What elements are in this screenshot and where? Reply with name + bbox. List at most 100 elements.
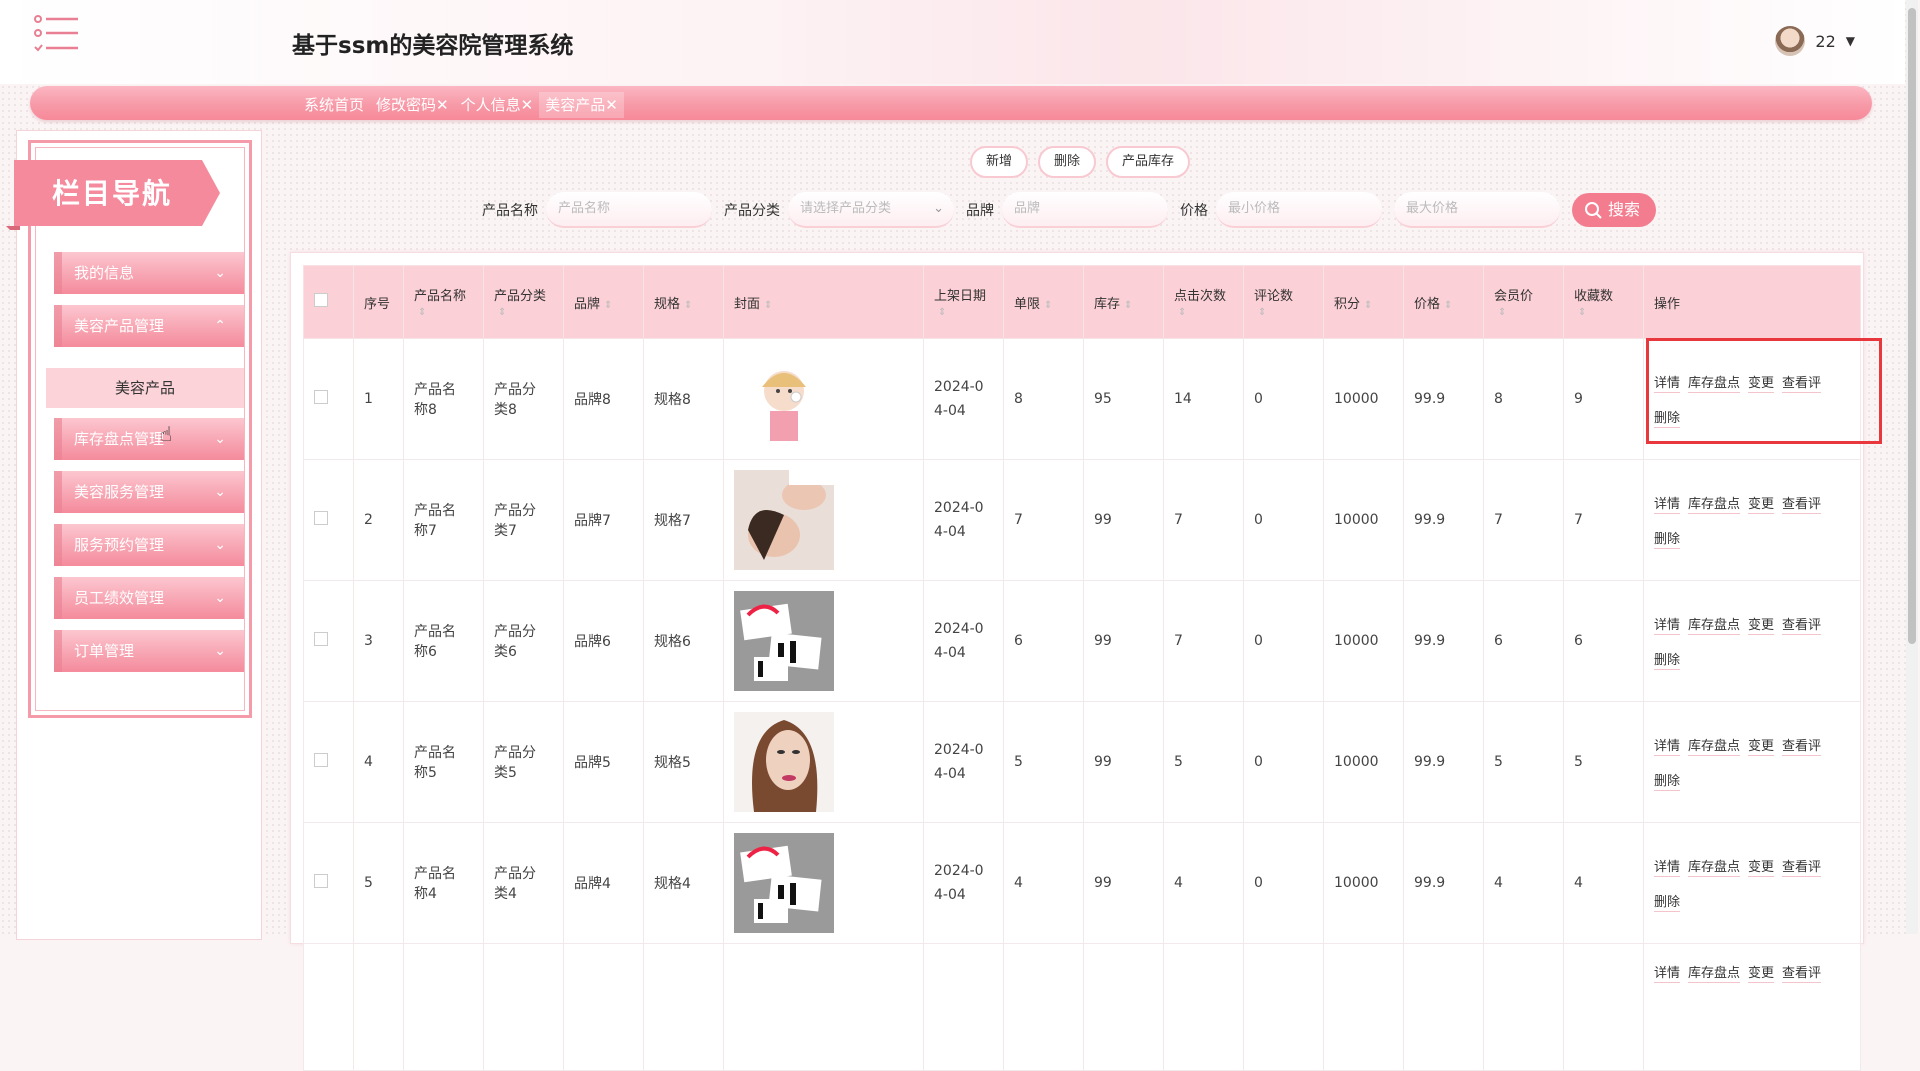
cover-image[interactable] xyxy=(734,833,922,933)
cell-points: 10000 xyxy=(1323,822,1404,944)
product-name-input[interactable]: 产品名称 xyxy=(546,192,712,228)
col-price[interactable]: 价格 ⇕ xyxy=(1403,265,1484,339)
scrollbar-thumb[interactable] xyxy=(1908,8,1916,644)
col-clicks[interactable]: 点击次数 ⇕ xyxy=(1163,265,1244,339)
detail-button[interactable]: 详情 xyxy=(1654,856,1681,877)
table-cell xyxy=(1243,943,1324,1071)
inventory-check-button[interactable]: 库存盘点 xyxy=(1688,493,1741,514)
row-checkbox[interactable] xyxy=(303,338,354,460)
row-checkbox[interactable] xyxy=(303,822,354,944)
view-comments-button[interactable]: 查看评 xyxy=(1782,735,1822,756)
detail-button[interactable]: 详情 xyxy=(1654,493,1681,514)
cell-cover[interactable] xyxy=(723,338,924,460)
row-action-button[interactable]: 详情 xyxy=(1654,962,1681,983)
sidebar-subitem-beauty-product[interactable]: 美容产品 xyxy=(46,368,244,408)
row-checkbox[interactable] xyxy=(303,459,354,581)
row-action-button[interactable]: 库存盘点 xyxy=(1688,962,1741,983)
search-button[interactable]: 搜索 xyxy=(1572,193,1657,227)
cover-image[interactable] xyxy=(734,349,922,449)
row-checkbox[interactable] xyxy=(303,580,354,702)
table-cell xyxy=(1163,943,1244,1071)
cover-image[interactable] xyxy=(734,712,922,812)
tab-beauty-products[interactable]: 美容产品✕ xyxy=(539,92,624,118)
select-all-checkbox[interactable] xyxy=(303,265,354,339)
inventory-check-button[interactable]: 库存盘点 xyxy=(1688,614,1741,635)
delete-row-button[interactable]: 删除 xyxy=(1654,891,1681,912)
brand-input[interactable]: 品牌 xyxy=(1002,192,1168,228)
min-price-input[interactable]: 最小价格 xyxy=(1216,192,1382,228)
col-favorites[interactable]: 收藏数 ⇕ xyxy=(1563,265,1644,339)
cell-cover[interactable] xyxy=(723,459,924,581)
tab-profile[interactable]: 个人信息✕ xyxy=(455,92,540,118)
cell-cover[interactable] xyxy=(723,701,924,823)
inventory-check-button[interactable]: 库存盘点 xyxy=(1688,856,1741,877)
row-action-button[interactable]: 变更 xyxy=(1748,962,1775,983)
cell-favorites: 6 xyxy=(1563,580,1644,702)
sidebar-item-orders[interactable]: 订单管理 ⌄ xyxy=(54,630,244,672)
table-row: 3 产品名称6 产品分类6 品牌6 规格6 2024-04-04 6 99 7 0 10000 99.… xyxy=(303,580,1861,702)
sort-icon: ⇕ xyxy=(1124,299,1133,311)
col-category[interactable]: 产品分类 ⇕ xyxy=(483,265,564,339)
col-comments[interactable]: 评论数 ⇕ xyxy=(1243,265,1324,339)
detail-button[interactable]: 详情 xyxy=(1654,614,1681,635)
inventory-check-button[interactable]: 库存盘点 xyxy=(1688,735,1741,756)
sort-icon: ⇕ xyxy=(1444,299,1453,311)
view-comments-button[interactable]: 查看评 xyxy=(1782,614,1822,635)
inventory-button[interactable]: 产品库存 xyxy=(1106,146,1191,178)
cell-price: 99.9 xyxy=(1403,459,1484,581)
sidebar-item-performance[interactable]: 员工绩效管理 ⌄ xyxy=(54,577,244,619)
cell-comments: 0 xyxy=(1243,580,1324,702)
delete-row-button[interactable]: 删除 xyxy=(1654,528,1681,549)
category-select[interactable]: 请选择产品分类 ⌄ xyxy=(788,192,954,228)
table-cell xyxy=(563,943,644,1071)
change-button[interactable]: 变更 xyxy=(1748,493,1775,514)
tab-change-password[interactable]: 修改密码✕ xyxy=(370,92,455,118)
delete-button[interactable]: 删除 xyxy=(1038,146,1097,178)
sidebar-item-beauty-service[interactable]: 美容服务管理 ⌄ xyxy=(54,471,244,513)
sidebar-item-appointment[interactable]: 服务预约管理 ⌄ xyxy=(54,524,244,566)
sort-icon: ⇕ xyxy=(418,307,427,318)
change-button[interactable]: 变更 xyxy=(1748,735,1775,756)
cell-stock: 99 xyxy=(1083,459,1164,581)
view-comments-button[interactable]: 查看评 xyxy=(1782,856,1822,877)
close-icon[interactable]: ✕ xyxy=(605,96,618,114)
col-member-price[interactable]: 会员价 ⇕ xyxy=(1483,265,1564,339)
change-button[interactable]: 变更 xyxy=(1748,856,1775,877)
cover-image[interactable] xyxy=(734,470,922,570)
col-cover[interactable]: 封面 ⇕ xyxy=(723,265,924,339)
menu-list-icon[interactable] xyxy=(34,14,80,54)
sort-icon: ⇕ xyxy=(604,299,613,311)
detail-button[interactable]: 详情 xyxy=(1654,735,1681,756)
close-icon[interactable]: ✕ xyxy=(521,96,534,114)
cell-cover[interactable] xyxy=(723,580,924,702)
cell-cover[interactable] xyxy=(723,822,924,944)
row-checkbox[interactable] xyxy=(303,701,354,823)
delete-row-button[interactable]: 删除 xyxy=(1654,770,1681,791)
tab-home[interactable]: 系统首页 xyxy=(298,92,370,118)
user-menu[interactable]: 22 ▼ xyxy=(1775,26,1855,56)
col-brand[interactable]: 品牌 ⇕ xyxy=(563,265,644,339)
cell-index: 2 xyxy=(353,459,404,581)
sidebar-item-inventory[interactable]: 库存盘点管理 ⌄ xyxy=(54,418,244,460)
add-button[interactable]: 新增 xyxy=(970,146,1029,178)
col-stock[interactable]: 库存 ⇕ xyxy=(1083,265,1164,339)
max-price-input[interactable]: 最大价格 xyxy=(1394,192,1560,228)
col-limit[interactable]: 单限 ⇕ xyxy=(1003,265,1084,339)
delete-row-button[interactable]: 删除 xyxy=(1654,649,1681,670)
col-name[interactable]: 产品名称 ⇕ xyxy=(403,265,484,339)
sort-icon: ⇕ xyxy=(1578,307,1587,318)
col-date[interactable]: 上架日期 ⇕ xyxy=(923,265,1004,339)
view-comments-button[interactable]: 查看评 xyxy=(1782,493,1822,514)
col-points[interactable]: 积分 ⇕ xyxy=(1323,265,1404,339)
cell-clicks: 5 xyxy=(1163,701,1244,823)
col-spec[interactable]: 规格 ⇕ xyxy=(643,265,724,339)
change-button[interactable]: 变更 xyxy=(1748,614,1775,635)
cover-image[interactable] xyxy=(734,591,922,691)
row-action-button[interactable]: 查看评 xyxy=(1782,962,1822,983)
cell-category: 产品分类5 xyxy=(483,701,564,823)
price-label: 价格 xyxy=(1180,203,1208,219)
sidebar-item-beauty-products[interactable]: 美容产品管理 ⌃ xyxy=(54,305,244,347)
close-icon[interactable]: ✕ xyxy=(436,96,449,114)
cell-clicks: 4 xyxy=(1163,822,1244,944)
sidebar-item-my-info[interactable]: 我的信息 ⌄ xyxy=(54,252,244,294)
